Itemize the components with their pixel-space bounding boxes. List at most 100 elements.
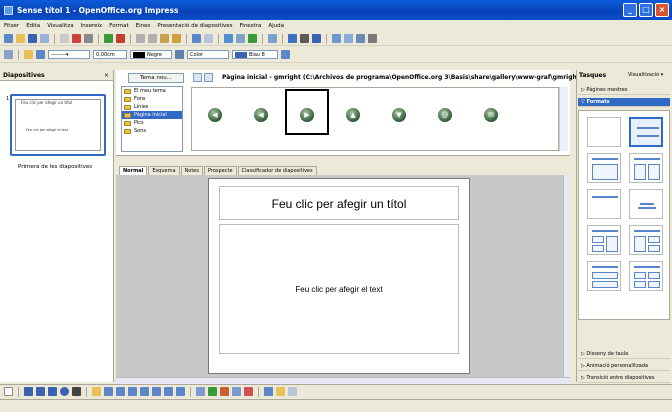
new-document-icon[interactable]: [4, 34, 13, 43]
minimize-button[interactable]: _: [623, 3, 637, 17]
fontwork-icon[interactable]: [208, 387, 217, 396]
paste-icon[interactable]: [160, 34, 169, 43]
curve-tool-icon[interactable]: [92, 387, 101, 396]
edit-file-icon[interactable]: [60, 34, 69, 43]
tab-outline[interactable]: Esquema: [148, 166, 180, 175]
table-icon[interactable]: [236, 34, 245, 43]
master-slide-icon[interactable]: [344, 34, 353, 43]
line-color-select[interactable]: Negre: [130, 50, 172, 59]
print-icon[interactable]: [84, 34, 93, 43]
arrange-icon[interactable]: [288, 387, 297, 396]
arrow-tool-icon[interactable]: [36, 387, 45, 396]
slide-design-icon[interactable]: [356, 34, 365, 43]
section-slide-transition[interactable]: ▷ Transició entre diapositives: [578, 374, 670, 383]
menu-tools[interactable]: Eines: [136, 23, 151, 29]
theme-item[interactable]: Línies: [122, 103, 182, 111]
stars-icon[interactable]: [176, 387, 185, 396]
icon-view-icon[interactable]: [193, 73, 202, 82]
help-icon[interactable]: [312, 34, 321, 43]
tasks-view-menu[interactable]: Visualització ▾: [628, 70, 663, 81]
layout-blank[interactable]: [587, 117, 621, 147]
ellipse-tool-icon[interactable]: [60, 387, 69, 396]
horizontal-scrollbar[interactable]: [116, 377, 570, 384]
display-views-icon[interactable]: [332, 34, 341, 43]
menu-edit[interactable]: Edita: [26, 23, 40, 29]
tab-notes[interactable]: Notes: [180, 166, 203, 175]
callouts-icon[interactable]: [164, 387, 173, 396]
open-icon[interactable]: [16, 34, 25, 43]
gallery-item-icon[interactable]: ◀: [254, 108, 268, 122]
block-arrows-icon[interactable]: [140, 387, 149, 396]
export-pdf-icon[interactable]: [72, 34, 81, 43]
arrow-style-icon[interactable]: [36, 50, 45, 59]
line-style-select[interactable]: ———▾: [48, 50, 90, 59]
area-style-select[interactable]: Color: [187, 50, 229, 59]
spellcheck-icon[interactable]: [104, 34, 113, 43]
format-paintbrush-icon[interactable]: [172, 34, 181, 43]
layout-content-split[interactable]: [587, 225, 621, 255]
section-master-pages[interactable]: ▷ Pàgines mestres: [578, 86, 670, 95]
points-icon[interactable]: [196, 387, 205, 396]
theme-item-selected[interactable]: Pàgina inicial: [122, 111, 182, 119]
shadow-icon[interactable]: [281, 50, 290, 59]
area-color-select[interactable]: Blau 8: [232, 50, 278, 59]
layout-two-columns[interactable]: [629, 153, 663, 183]
layout-title-content[interactable]: [629, 117, 663, 147]
extrusion-icon[interactable]: [244, 387, 253, 396]
menu-file[interactable]: Fitxer: [4, 23, 19, 29]
section-layouts[interactable]: ▽ Formats: [578, 98, 670, 107]
menu-view[interactable]: Visualitza: [47, 23, 73, 29]
text-tool-icon[interactable]: [72, 387, 81, 396]
theme-item[interactable]: Pics: [122, 119, 182, 127]
gallery-item-icon[interactable]: ▲: [346, 108, 360, 122]
grid-icon[interactable]: [268, 34, 277, 43]
area-icon[interactable]: [175, 50, 184, 59]
section-custom-animation[interactable]: ▷ Animació personalitzada: [578, 362, 670, 371]
close-window-button[interactable]: ×: [655, 3, 669, 17]
copy-icon[interactable]: [148, 34, 157, 43]
select-icon[interactable]: [4, 387, 13, 396]
maximize-button[interactable]: □: [639, 3, 653, 17]
theme-item[interactable]: Fons: [122, 95, 182, 103]
navigator-icon[interactable]: [288, 34, 297, 43]
slideshow-icon[interactable]: [368, 34, 377, 43]
theme-item[interactable]: Sons: [122, 127, 182, 135]
styles-icon[interactable]: [4, 50, 13, 59]
menu-slideshow[interactable]: Presentació de diapositives: [157, 23, 232, 29]
gallery-scrollbar[interactable]: [559, 87, 568, 151]
align-icon[interactable]: [276, 387, 285, 396]
layout-centered-text[interactable]: [629, 189, 663, 219]
title-placeholder[interactable]: Feu clic per afegir un títol: [219, 186, 459, 220]
cut-icon[interactable]: [136, 34, 145, 43]
gallery-item-icon[interactable]: ◀: [208, 108, 222, 122]
effects-icon[interactable]: [264, 387, 273, 396]
redo-icon[interactable]: [204, 34, 213, 43]
detail-view-icon[interactable]: [204, 73, 213, 82]
line-width-field[interactable]: 0,00cm: [93, 50, 127, 59]
gallery-icon[interactable]: [232, 387, 241, 396]
layout-title[interactable]: [587, 153, 621, 183]
basic-shapes-icon[interactable]: [116, 387, 125, 396]
layout-content-split-right[interactable]: [629, 225, 663, 255]
gallery-item-icon[interactable]: ▼: [392, 108, 406, 122]
gallery-item-icon[interactable]: @: [438, 108, 452, 122]
menu-window[interactable]: Finestra: [240, 23, 262, 29]
section-table-design[interactable]: ▷ Disseny de taula: [578, 350, 670, 359]
gallery-item-icon[interactable]: ✉: [484, 108, 498, 122]
menu-insert[interactable]: Insereix: [81, 23, 103, 29]
zoom-icon[interactable]: [300, 34, 309, 43]
flowchart-icon[interactable]: [152, 387, 161, 396]
menu-format[interactable]: Format: [109, 23, 128, 29]
symbol-shapes-icon[interactable]: [128, 387, 137, 396]
tab-handout[interactable]: Prospecte: [203, 166, 237, 175]
from-file-icon[interactable]: [220, 387, 229, 396]
line-tool-icon[interactable]: [24, 387, 33, 396]
tab-slide-sorter[interactable]: Classificador de diapositives: [237, 166, 317, 175]
layout-four-contents[interactable]: [629, 261, 663, 291]
layout-content-over[interactable]: [587, 261, 621, 291]
chart-icon[interactable]: [224, 34, 233, 43]
theme-item[interactable]: El meu tema: [122, 87, 182, 95]
vertical-scrollbar[interactable]: [563, 175, 570, 382]
line-icon[interactable]: [24, 50, 33, 59]
autospellcheck-icon[interactable]: [116, 34, 125, 43]
